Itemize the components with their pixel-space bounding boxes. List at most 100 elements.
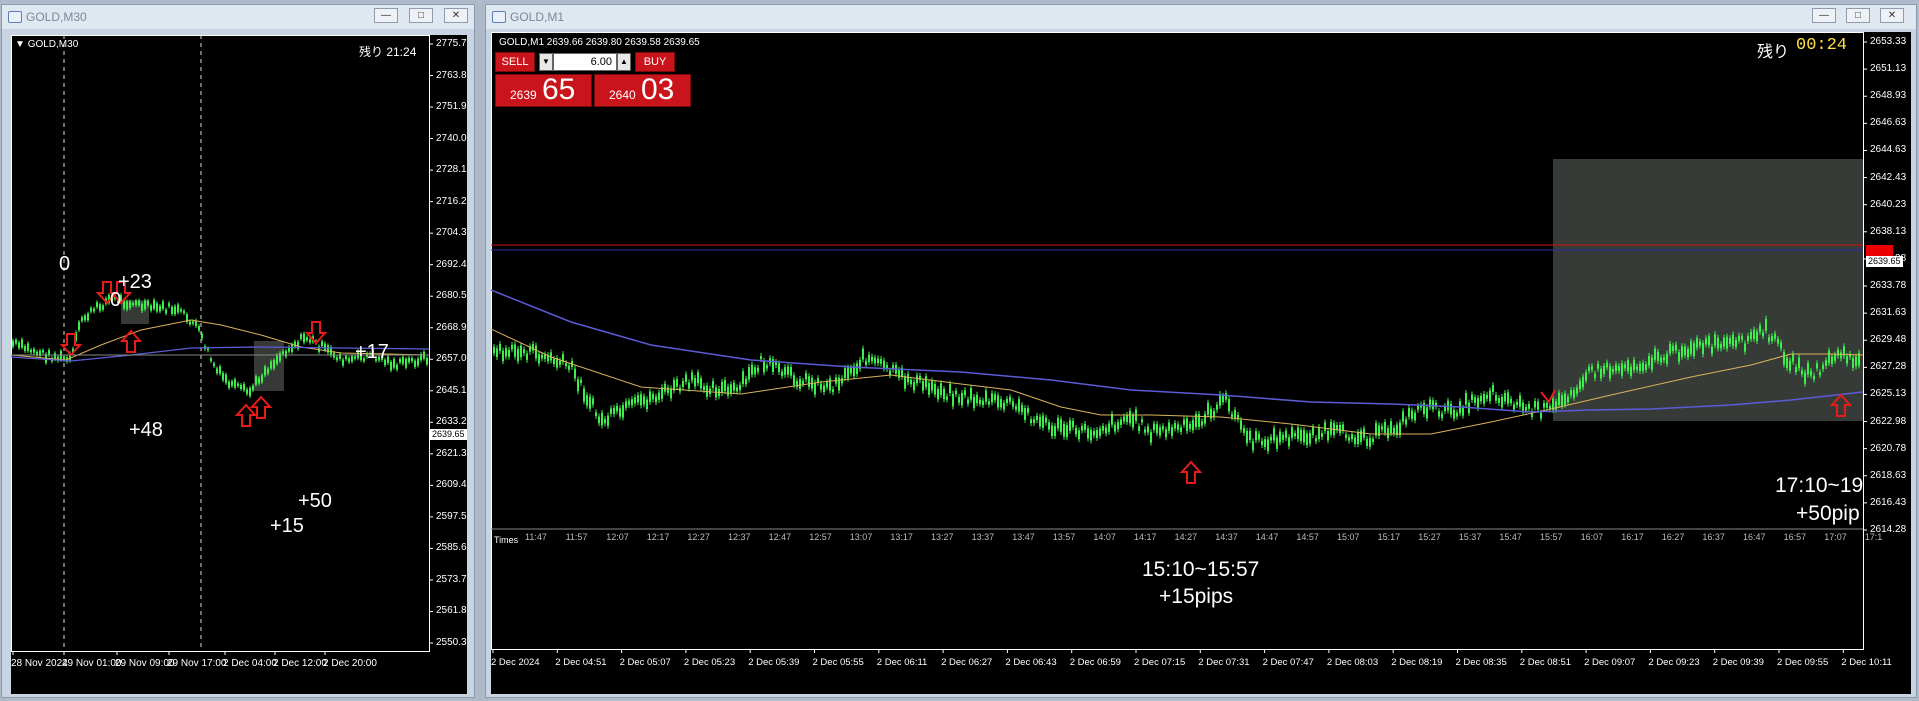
right-candle-body (982, 400, 984, 406)
right-candle-body (1147, 426, 1149, 433)
right-candle-body (1792, 353, 1794, 362)
annotation-1-time: 15:10~15:57 (1142, 558, 1260, 581)
right-candle-body (1621, 363, 1623, 376)
maximize-button[interactable]: □ (1846, 8, 1870, 23)
right-candle-body (1759, 325, 1761, 332)
right-candle-body (883, 360, 885, 369)
left-y-label: 2550.30 (436, 637, 467, 648)
right-candle-body (1546, 402, 1548, 408)
left-window-titlebar[interactable]: GOLD,M30 — □ ✕ (2, 5, 474, 29)
left-y-label: 2573.75 (436, 573, 467, 585)
left-candle-body (225, 374, 227, 383)
left-price-chart[interactable]: ▼ GOLD,M30 残り 21:24 2775.70 2763.80 2751.9… (11, 35, 467, 694)
right-candle-body (844, 368, 846, 379)
buy-price-button[interactable]: 2640 03 (594, 73, 691, 107)
volume-input[interactable]: 6.00 (553, 53, 617, 71)
dropdown-triangle-icon[interactable]: ▼ (15, 39, 25, 50)
right-candle-body (691, 372, 693, 381)
right-candle-body (649, 391, 651, 402)
left-candle-body (144, 300, 146, 310)
left-y-label: 2704.30 (436, 227, 467, 239)
right-candle-body (946, 396, 948, 400)
sell-button[interactable]: SELL (495, 52, 535, 72)
left-x-label: 29 Nov 01:00 (62, 658, 122, 669)
right-candle-body (1471, 394, 1473, 400)
right-shade-box (1553, 159, 1863, 421)
left-candle-body (162, 301, 164, 309)
one-click-trading-panel[interactable]: SELL ▼ 6.00 ▲ BUY 2639 65 2640 03 (495, 52, 693, 107)
right-candle-body (1261, 440, 1263, 445)
right-window-titlebar[interactable]: GOLD,M1 — □ ✕ (486, 5, 1916, 29)
right-candle-body (1789, 360, 1791, 371)
right-x-label: 2 Dec 07:15 (1134, 657, 1186, 668)
right-candle-body (1441, 413, 1443, 419)
right-candle-body (760, 356, 762, 360)
right-candle-body (1201, 421, 1203, 426)
right-candle-body (1273, 428, 1275, 441)
left-chart-canvas (11, 35, 433, 655)
close-button[interactable]: ✕ (1880, 8, 1904, 23)
right-candle-body (721, 382, 723, 393)
right-candle-body (913, 382, 915, 391)
right-candle-body (532, 344, 534, 351)
right-candle-body (1351, 434, 1353, 440)
right-y-label: 2640.23 (1870, 198, 1907, 210)
volume-decrease-button[interactable]: ▼ (539, 53, 553, 71)
right-candle-body (940, 383, 942, 395)
right-candle-body (1690, 341, 1692, 354)
right-candle-body (1153, 423, 1155, 430)
left-candle-body (252, 385, 254, 391)
minimize-button[interactable]: — (1812, 8, 1836, 23)
minimize-button[interactable]: — (374, 8, 398, 23)
right-candle-body (838, 377, 840, 391)
right-candle-body (1228, 399, 1230, 412)
right-candle-body (1498, 398, 1500, 403)
sell-price-button[interactable]: 2639 65 (495, 73, 592, 107)
right-candle-body (814, 382, 816, 395)
right-candle-body (520, 345, 522, 358)
right-candle-body (1000, 399, 1002, 408)
right-candle-body (1279, 431, 1281, 443)
right-candle-body (535, 345, 537, 359)
left-candle-body (156, 303, 158, 312)
right-candle-body (670, 388, 672, 399)
right-candle-body (1771, 336, 1773, 341)
right-candle-body (1654, 348, 1656, 360)
left-chart-window[interactable]: GOLD,M30 — □ ✕ ▼ GOLD,M30 残り 21:24 2775.… (1, 4, 475, 698)
right-candle-body (1741, 336, 1743, 340)
left-candle-body (132, 303, 134, 306)
buy-price-prefix: 2640 (609, 88, 636, 102)
volume-increase-button[interactable]: ▲ (617, 53, 631, 71)
right-candle-body (568, 365, 570, 370)
right-candle-body (898, 369, 900, 378)
right-time-label: 15:57 (1540, 532, 1563, 542)
right-candle-body (1276, 437, 1278, 449)
right-candle-body (790, 367, 792, 376)
right-candle-body (1819, 372, 1821, 376)
right-x-label: 2 Dec 07:31 (1198, 657, 1250, 668)
right-candle-body (778, 363, 780, 373)
right-candle-body (1324, 422, 1326, 432)
right-candle-body (1738, 335, 1740, 341)
right-candle-body (1786, 357, 1788, 368)
right-candle-body (1840, 352, 1842, 359)
right-candle-body (1807, 363, 1809, 375)
right-candle-body (1729, 338, 1731, 344)
right-time-label: 13:47 (1012, 532, 1035, 542)
right-candle-body (676, 379, 678, 387)
right-candle-body (1834, 354, 1836, 361)
left-candle-body (153, 299, 155, 309)
right-candle-body (856, 363, 858, 374)
right-time-label: 14:37 (1215, 532, 1238, 542)
buy-button[interactable]: BUY (635, 52, 675, 72)
right-candle-body (757, 367, 759, 372)
left-candle-body (303, 333, 305, 343)
right-time-label: 11:47 (525, 532, 547, 542)
right-price-chart[interactable]: GOLD,M1 2639.66 2639.80 2639.58 2639.65 … (491, 32, 1911, 694)
right-chart-window[interactable]: GOLD,M1 — □ ✕ GOLD,M1 2639.66 2639.80 26… (485, 4, 1917, 698)
left-remaining-time: 残り 21:24 (359, 45, 417, 59)
maximize-button[interactable]: □ (409, 8, 433, 23)
right-candle-body (1681, 346, 1683, 357)
left-x-label: 2 Dec 04:00 (223, 658, 277, 669)
close-button[interactable]: ✕ (444, 8, 468, 23)
